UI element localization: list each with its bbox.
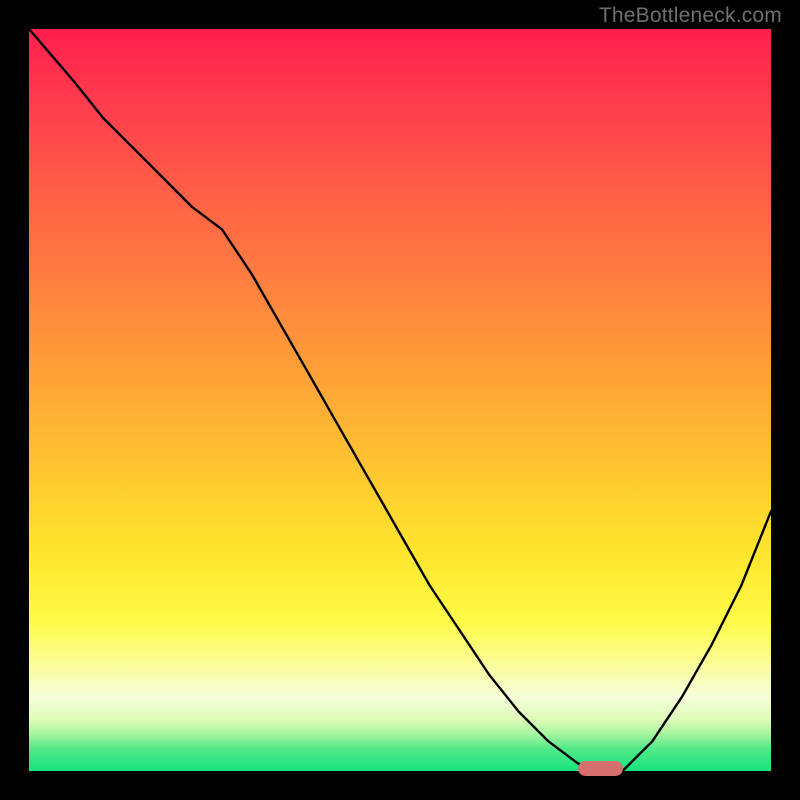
optimal-marker bbox=[578, 761, 623, 776]
watermark-text: TheBottleneck.com bbox=[599, 4, 782, 28]
gradient-background bbox=[29, 29, 771, 771]
plot-area bbox=[29, 29, 771, 771]
chart-frame: TheBottleneck.com bbox=[0, 0, 800, 800]
